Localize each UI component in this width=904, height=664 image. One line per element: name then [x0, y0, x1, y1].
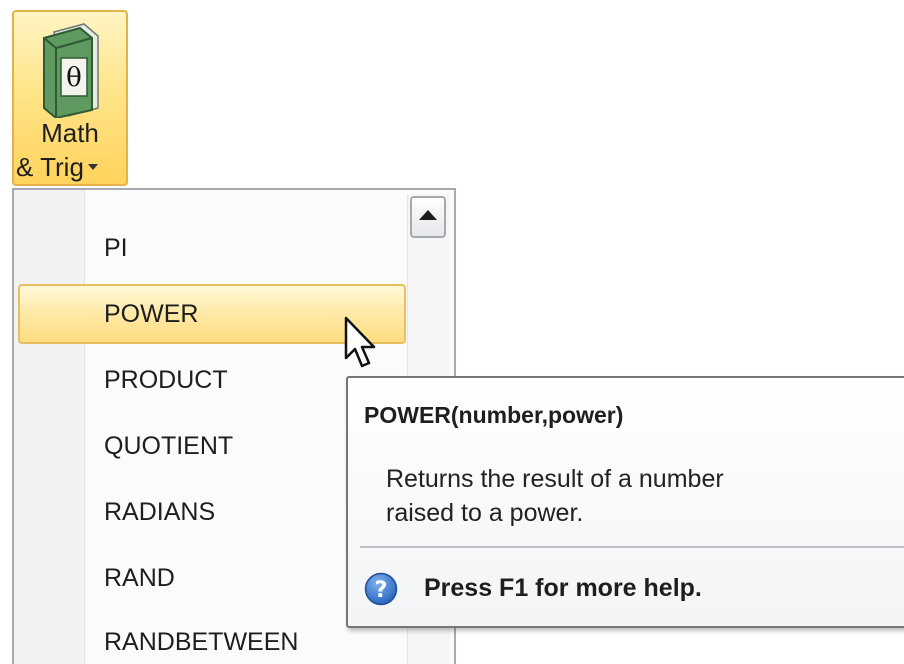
tooltip-divider: [360, 546, 904, 548]
scroll-up-button[interactable]: [410, 196, 446, 238]
math-trig-label-line1: Math: [41, 118, 99, 148]
svg-text:θ: θ: [66, 63, 82, 93]
mouse-pointer-icon: [344, 316, 376, 368]
function-tooltip: POWER(number,power) Returns the result o…: [346, 376, 904, 628]
tooltip-help-text: Press F1 for more help.: [424, 574, 702, 602]
menu-item-pi[interactable]: PI: [18, 218, 406, 278]
math-trig-label-line2: & Trig: [14, 152, 128, 182]
chevron-down-icon: [87, 164, 98, 171]
svg-text:?: ?: [375, 578, 388, 603]
question-circle-icon: ?: [364, 572, 398, 606]
math-trig-button[interactable]: θ Math & Trig: [12, 10, 128, 186]
tooltip-description: Returns the result of a number raised to…: [386, 465, 724, 527]
triangle-up-icon: [419, 210, 437, 220]
math-book-icon: θ: [43, 23, 99, 118]
tooltip-title: POWER(number,power): [364, 402, 624, 428]
excel-formulas-view: θ Math & Trig PI POWER PRODUCT QUOTIENT …: [0, 0, 904, 664]
